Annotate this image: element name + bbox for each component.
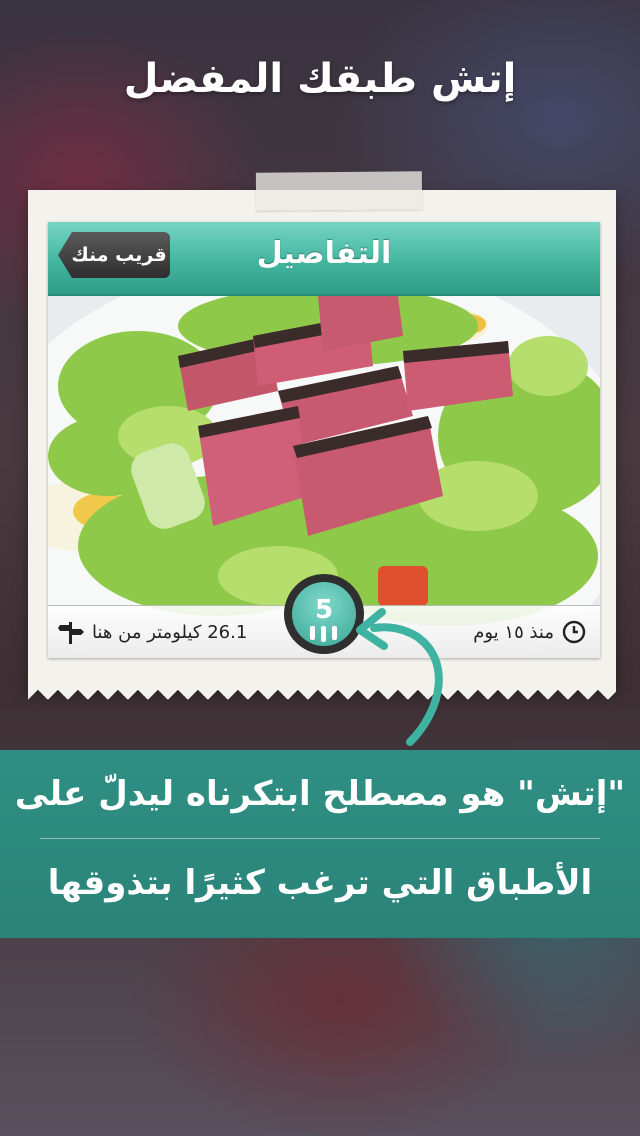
tape-strip — [255, 171, 423, 211]
curved-arrow-icon — [356, 608, 443, 746]
signpost-icon — [58, 622, 84, 644]
app-screenshot: التفاصيل قريب منك منذ ١٥ يوم 26.1 كيلومت… — [48, 222, 600, 658]
paper-torn-edge — [28, 680, 616, 700]
banner-line-1: "إتش" هو مصطلح ابتكرناه ليدلّ على — [14, 774, 626, 814]
fork-badge-icon — [310, 626, 337, 642]
distance-text: 26.1 كيلومتر من هنا — [92, 622, 248, 643]
headline: إتش طبقك المفضل — [123, 56, 517, 102]
navigation-bar: التفاصيل قريب منك — [48, 222, 600, 296]
feature-banner: "إتش" هو مصطلح ابتكرناه ليدلّ على الأطبا… — [0, 750, 640, 938]
rating-count: 5 — [314, 595, 334, 625]
back-button[interactable]: قريب منك — [58, 232, 170, 278]
clock-icon — [562, 620, 586, 644]
posted-time: منذ ١٥ يوم — [473, 622, 554, 643]
banner-line-2: الأطباق التي ترغب كثيرًا بتذوقها — [47, 863, 593, 903]
